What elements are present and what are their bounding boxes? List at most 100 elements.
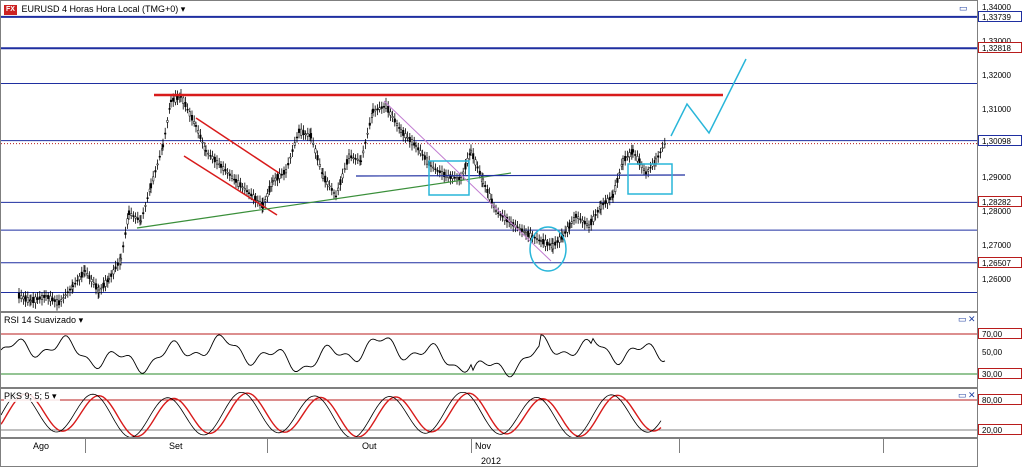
candle-body <box>616 177 619 183</box>
candle-body <box>324 175 327 183</box>
candle-body <box>436 170 439 172</box>
rsi-pane[interactable]: RSI 14 Suavizado ▾ ▭ ✕ <box>0 312 978 388</box>
main-chart-title-text: EURUSD 4 Horas Hora Local (TMG+0) <box>21 4 179 14</box>
candle-body <box>413 142 416 146</box>
candle-body <box>20 295 23 299</box>
candle-body <box>321 173 325 179</box>
candle-body <box>222 166 225 171</box>
price-axis[interactable]: 1,340001,330001,320001,310001,300001,290… <box>978 0 1024 312</box>
candle-body <box>172 97 175 102</box>
candle-body <box>354 158 357 160</box>
close-icon[interactable]: ✕ <box>968 391 976 400</box>
price-tag: 1,32818 <box>978 42 1022 54</box>
candle-body <box>193 121 196 124</box>
candle-body <box>468 153 471 156</box>
candle-body <box>434 168 437 171</box>
candle-body <box>116 262 119 266</box>
candle-body <box>100 287 103 290</box>
candle-body <box>494 210 498 212</box>
candle-body <box>393 118 396 123</box>
candle-body <box>55 299 59 306</box>
candle-body <box>36 297 39 300</box>
dropdown-arrow-icon[interactable]: ▾ <box>52 391 57 401</box>
candle-body <box>186 108 189 111</box>
candle-body <box>203 146 206 151</box>
candle-body <box>293 142 296 146</box>
candle-body <box>199 134 202 139</box>
candle-body <box>596 209 599 213</box>
candle-body <box>538 239 541 242</box>
candle-body <box>146 197 149 199</box>
price-tag: 1,30098 <box>978 134 1022 146</box>
candle-body <box>86 273 89 276</box>
month-label: Ago <box>33 441 50 451</box>
close-icon[interactable]: ✕ <box>968 315 976 324</box>
rsi-title[interactable]: RSI 14 Suavizado ▾ <box>4 314 87 326</box>
candle-body <box>110 273 113 277</box>
candle-body <box>359 160 363 163</box>
candle-body <box>174 95 177 103</box>
candle-body <box>472 153 475 160</box>
candle-body <box>590 218 593 226</box>
candle-body <box>556 240 559 243</box>
candle-body <box>524 231 528 235</box>
candle-body <box>455 177 459 180</box>
candle-body <box>382 106 386 108</box>
candle-body <box>282 169 286 175</box>
candle-body <box>97 289 101 293</box>
candle-body <box>577 216 580 220</box>
candle-body <box>516 226 519 229</box>
candle-body <box>130 213 133 216</box>
candle-body <box>488 193 491 200</box>
dropdown-arrow-icon[interactable]: ▾ <box>79 315 84 325</box>
candle-body <box>579 218 582 221</box>
main-chart-pane[interactable]: FX EURUSD 4 Horas Hora Local (TMG+0) ▾ ▭ <box>0 0 978 312</box>
candle-body <box>166 120 169 123</box>
candle-body <box>161 144 165 148</box>
candle-body <box>568 222 571 229</box>
pks-pane[interactable]: PKS 9; 5; 5 ▾ ▭ ✕ <box>0 388 978 438</box>
candle-body <box>581 220 584 223</box>
candle-body <box>243 188 246 191</box>
maximize-icon[interactable]: ▭ <box>958 315 967 324</box>
candle-body <box>402 129 405 136</box>
month-label: Nov <box>475 441 492 451</box>
candle-body <box>126 218 129 225</box>
candle-body <box>384 103 388 109</box>
candle-body <box>339 179 342 186</box>
candle-body <box>316 155 319 161</box>
candle-body <box>184 102 187 108</box>
candle-body <box>197 129 200 134</box>
candle-body <box>215 160 219 165</box>
price-tick-label: 1,32000 <box>982 71 1011 80</box>
candle-body <box>374 109 377 112</box>
candle-body <box>438 170 441 173</box>
candle-body <box>136 217 139 220</box>
candle-body <box>271 180 275 182</box>
time-axis[interactable]: Ago Set Out Nov 2012 <box>0 438 978 467</box>
candle-body <box>234 178 238 183</box>
candle-body <box>314 148 317 154</box>
main-chart-title[interactable]: FX EURUSD 4 Horas Hora Local (TMG+0) ▾ <box>4 3 189 15</box>
pks-level-label: 20,00 <box>978 424 1022 435</box>
candle-body <box>585 223 589 226</box>
candle-body <box>602 203 605 206</box>
candle-body <box>148 188 151 192</box>
candle-body <box>644 171 648 175</box>
candle-body <box>66 291 69 294</box>
pks-title[interactable]: PKS 9; 5; 5 ▾ <box>4 390 60 402</box>
axis-corner <box>978 438 1024 467</box>
candle-body <box>417 147 420 151</box>
candle-body <box>583 220 586 225</box>
candle-body <box>114 266 117 270</box>
candle-body <box>204 150 208 152</box>
candle-body <box>320 172 324 174</box>
candle-body <box>356 158 359 161</box>
maximize-icon[interactable]: ▭ <box>958 391 967 400</box>
maximize-icon[interactable]: ▭ <box>959 4 968 13</box>
candle-body <box>107 278 111 280</box>
year-label: 2012 <box>481 456 502 466</box>
candle-body <box>621 158 625 165</box>
candle-body <box>376 108 379 111</box>
dropdown-arrow-icon[interactable]: ▾ <box>181 4 186 14</box>
